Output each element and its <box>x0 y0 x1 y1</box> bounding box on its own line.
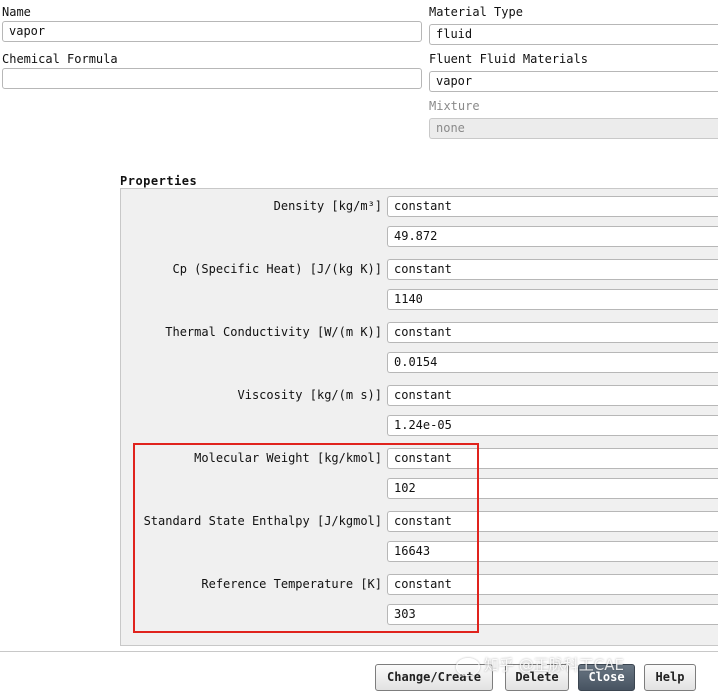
density-method-dropdown[interactable]: constant <box>387 196 718 217</box>
viscosity-method-dropdown[interactable]: constant <box>387 385 718 406</box>
material-type-label: Material Type <box>429 5 523 19</box>
fluent-fluid-materials-dropdown[interactable]: vapor <box>429 71 718 92</box>
name-input[interactable]: vapor <box>2 21 422 42</box>
viscosity-label: Viscosity [kg/(m s)] <box>237 388 383 402</box>
density-label: Density [kg/m³] <box>273 199 382 213</box>
fluent-fluid-materials-label: Fluent Fluid Materials <box>429 52 588 66</box>
chemical-formula-label: Chemical Formula <box>2 52 118 66</box>
thermal-conductivity-label: Thermal Conductivity [W/(m K)] <box>165 325 382 339</box>
name-label: Name <box>2 5 31 19</box>
watermark: 知乎 @正脉科工CAE <box>484 656 624 674</box>
material-type-dropdown[interactable]: fluid <box>429 24 718 45</box>
properties-title: Properties <box>120 174 198 188</box>
mixture-label: Mixture <box>429 99 480 113</box>
watermark-logo-icon <box>456 658 480 676</box>
thermal-conductivity-method-dropdown[interactable]: constant <box>387 322 718 343</box>
cp-value-input[interactable]: 1140 <box>387 289 718 310</box>
cp-method-dropdown[interactable]: constant <box>387 259 718 280</box>
viscosity-value-input[interactable]: 1.24e-05 <box>387 415 718 436</box>
button-bar-divider <box>0 651 718 652</box>
density-value-input[interactable]: 49.872 <box>387 226 718 247</box>
chemical-formula-input[interactable] <box>2 68 422 89</box>
highlight-box <box>133 443 479 633</box>
mixture-dropdown: none <box>429 118 718 139</box>
help-button[interactable]: Help <box>644 664 696 691</box>
thermal-conductivity-value-input[interactable]: 0.0154 <box>387 352 718 373</box>
cp-label: Cp (Specific Heat) [J/(kg K)] <box>172 262 382 276</box>
